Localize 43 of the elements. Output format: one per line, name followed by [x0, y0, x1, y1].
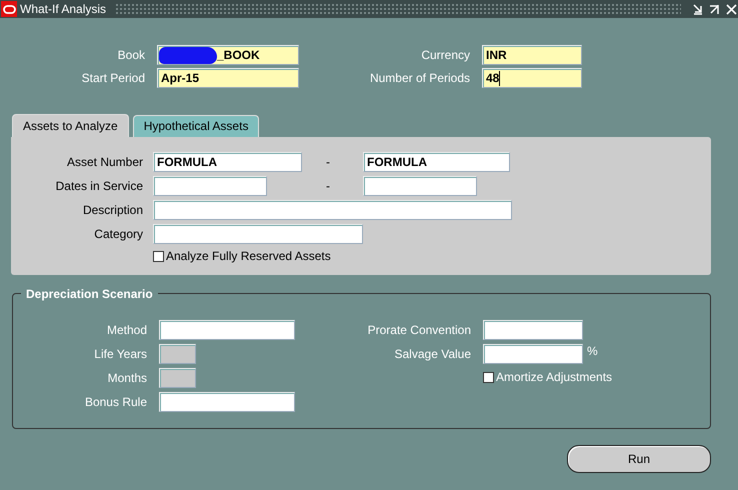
- field-label: Bonus Rule: [84, 394, 147, 411]
- input-field[interactable]: [159, 392, 295, 412]
- redaction-mark: [159, 47, 217, 64]
- field-label: Description: [82, 202, 143, 219]
- input-field[interactable]: _BOOK: [157, 45, 299, 65]
- input-field[interactable]: FORMULA: [153, 152, 302, 172]
- oracle-logo-icon: [1, 1, 17, 17]
- checkbox[interactable]: [153, 250, 164, 262]
- field-label: Months: [106, 370, 147, 387]
- input-field[interactable]: [159, 320, 295, 340]
- percent-sign: %: [587, 343, 598, 360]
- input-field[interactable]: [483, 344, 583, 364]
- field-label: Book: [116, 47, 145, 64]
- input-field[interactable]: [153, 176, 267, 196]
- field-label: Prorate Convention: [366, 322, 471, 339]
- input-field[interactable]: 48: [482, 68, 582, 88]
- checkbox[interactable]: [483, 372, 494, 382]
- field-label: Asset Number: [66, 154, 143, 171]
- field-label: Dates in Service: [54, 178, 143, 195]
- field-label: Start Period: [80, 70, 145, 87]
- field-label: Method: [106, 322, 147, 339]
- checkbox-label: Analyze Fully Reserved Assets: [166, 248, 331, 265]
- tab[interactable]: Assets to Analyze: [12, 114, 129, 137]
- checkbox-label: Amortize Adjustments: [496, 369, 612, 386]
- range-separator: -: [326, 154, 331, 171]
- input-field[interactable]: [153, 224, 363, 244]
- close-icon[interactable]: [724, 2, 738, 16]
- input-field[interactable]: [483, 320, 583, 340]
- input-field[interactable]: Apr-15: [157, 68, 299, 88]
- tab[interactable]: Hypothetical Assets: [132, 115, 260, 137]
- field-label: Number of Periods: [368, 70, 470, 87]
- range-separator: -: [326, 178, 331, 195]
- input-field[interactable]: FORMULA: [363, 152, 510, 172]
- field-label: Life Years: [93, 346, 147, 363]
- field-label: Category: [93, 226, 143, 243]
- run-button[interactable]: Run: [567, 445, 711, 473]
- input-field[interactable]: [153, 200, 512, 220]
- window-title: What-If Analysis: [20, 1, 106, 18]
- field-label: Salvage Value: [394, 346, 471, 363]
- maximize-icon[interactable]: [707, 2, 721, 16]
- input-field[interactable]: [363, 176, 477, 196]
- field-label: Currency: [420, 47, 470, 64]
- input-field[interactable]: INR: [482, 45, 582, 65]
